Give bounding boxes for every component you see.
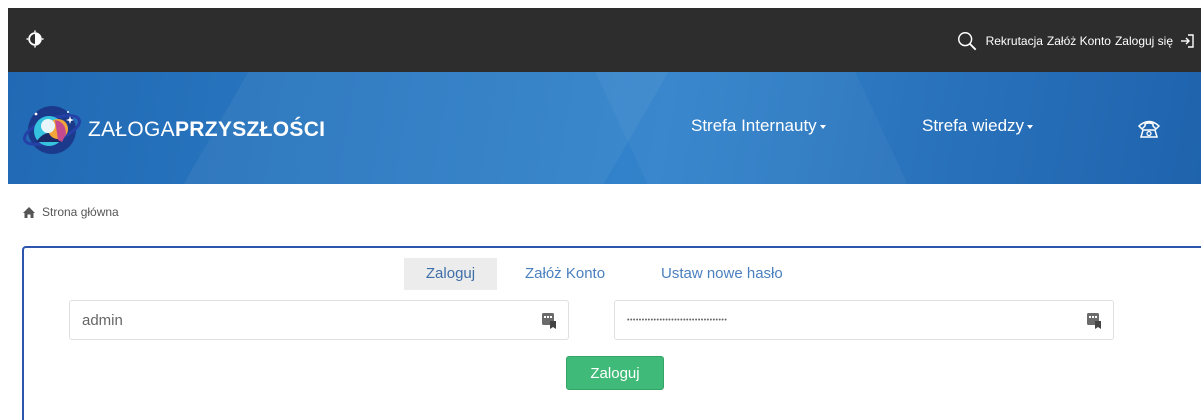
caret-down-icon: [819, 124, 826, 129]
brand-name-bold: PRZYSZŁOŚCI: [175, 118, 326, 141]
breadcrumb-home[interactable]: Strona główna: [42, 205, 119, 219]
nav-item-label: Strefa wiedzy: [922, 116, 1025, 135]
tab-ustaw-nowe-haslo[interactable]: Ustaw nowe hasło: [661, 258, 783, 290]
username-field: [69, 300, 569, 340]
tab-zaloguj[interactable]: Zaloguj: [404, 258, 497, 290]
tab-zaloz-konto[interactable]: Załóż Konto: [525, 258, 605, 290]
breadcrumb: Strona główna: [22, 205, 119, 219]
keyboard-icon[interactable]: [542, 313, 556, 329]
login-panel: Zaloguj Załóż Konto Ustaw nowe hasło Zal…: [22, 246, 1201, 420]
login-submit-button[interactable]: Zaloguj: [566, 356, 664, 390]
keyboard-icon[interactable]: [1087, 313, 1101, 329]
phone-icon[interactable]: [1136, 116, 1162, 140]
link-login[interactable]: Zaloguj się: [1115, 34, 1173, 48]
page: Rekrutacja Załóż Konto Zaloguj się ZAŁOG…: [0, 0, 1201, 420]
password-field: [614, 300, 1114, 340]
link-rekrutacja[interactable]: Rekrutacja: [986, 34, 1043, 48]
link-register[interactable]: Załóż Konto: [1047, 34, 1111, 48]
brand-name: ZAŁOGAPRZYSZŁOŚCI: [88, 118, 325, 142]
nav-strefa-wiedzy[interactable]: Strefa wiedzy: [922, 116, 1034, 136]
brand-logo[interactable]: ZAŁOGAPRZYSZŁOŚCI: [22, 102, 325, 158]
half-circle-icon[interactable]: [26, 30, 44, 48]
brand-name-light: ZAŁOGA: [88, 118, 175, 141]
main-navbar: ZAŁOGAPRZYSZŁOŚCI Strefa Internauty Stre…: [8, 72, 1201, 184]
astronaut-logo-icon: [22, 106, 82, 154]
home-icon: [23, 206, 35, 218]
password-input[interactable]: [627, 301, 1077, 339]
search-icon[interactable]: [956, 30, 978, 52]
caret-down-icon: [1027, 124, 1034, 129]
nav-item-label: Strefa Internauty: [691, 116, 817, 135]
sign-in-icon[interactable]: [1179, 33, 1195, 49]
top-bar: Rekrutacja Załóż Konto Zaloguj się: [8, 8, 1201, 72]
top-links: Rekrutacja Załóż Konto Zaloguj się: [956, 28, 1195, 54]
username-input[interactable]: [82, 301, 532, 339]
nav-strefa-internauty[interactable]: Strefa Internauty: [691, 116, 826, 136]
